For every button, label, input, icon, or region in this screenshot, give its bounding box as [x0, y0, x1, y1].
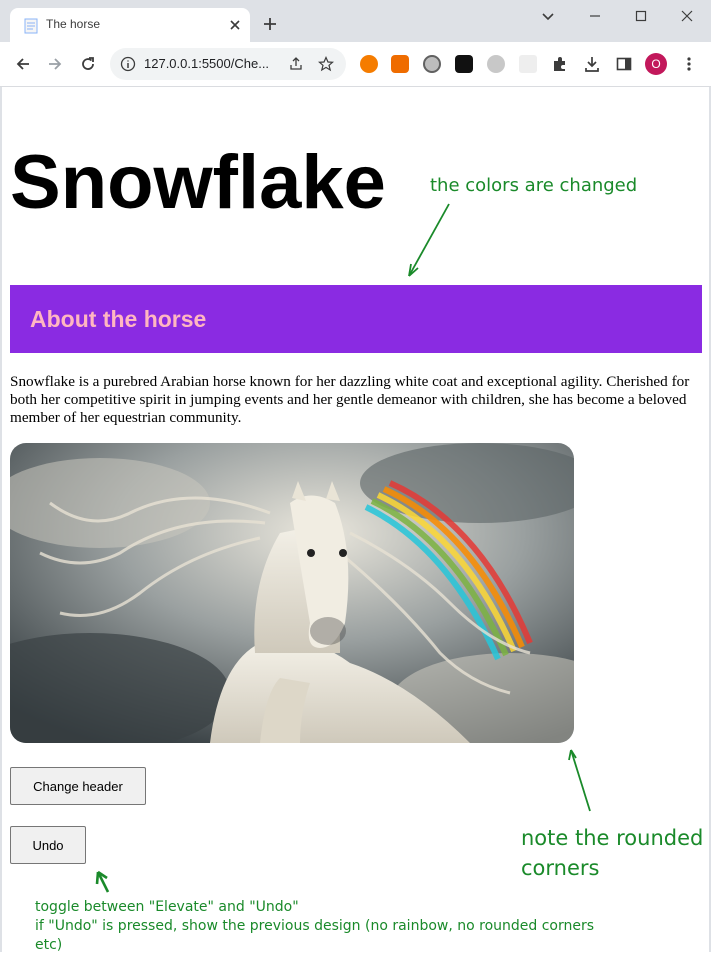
- arrow-head-undo: [95, 870, 108, 885]
- annotation-rounded-corners: note the rounded corners: [521, 823, 711, 883]
- extension-music-icon[interactable]: [487, 55, 505, 73]
- arrow-head-corner: [568, 749, 577, 761]
- annotation-rounded-corners-line2: corners: [521, 856, 600, 880]
- extension-grid-icon[interactable]: [519, 55, 537, 73]
- bookmark-star-icon[interactable]: [318, 56, 334, 72]
- side-panel-icon[interactable]: [615, 55, 633, 73]
- tab-strip: The horse: [0, 0, 711, 42]
- close-window-icon[interactable]: [679, 8, 695, 24]
- arrow-head-header: [408, 263, 419, 277]
- annotation-rounded-corners-line1: note the rounded: [521, 826, 704, 850]
- about-header-banner: About the horse: [10, 285, 702, 353]
- site-info-icon[interactable]: [120, 56, 136, 72]
- share-icon[interactable]: [288, 56, 304, 72]
- page-favicon-icon: [24, 18, 38, 34]
- maximize-icon[interactable]: [633, 8, 649, 24]
- extension-chess-icon[interactable]: [391, 55, 409, 73]
- annotation-toggle-line1: toggle between "Elevate" and "Undo": [35, 899, 299, 915]
- window-border-left: [0, 87, 2, 952]
- arrow-to-undo: [96, 871, 110, 893]
- minimize-icon[interactable]: [587, 8, 603, 24]
- browser-tab[interactable]: The horse: [10, 8, 250, 42]
- url-text: 127.0.0.1:5500/Che...: [144, 56, 270, 71]
- page-title: Snowflake: [10, 140, 386, 225]
- reload-icon[interactable]: [79, 55, 97, 73]
- arrow-to-header: [408, 203, 450, 277]
- extension-dark-icon[interactable]: [455, 55, 473, 73]
- change-header-button[interactable]: Change header: [10, 767, 146, 805]
- annotation-colors-changed: the colors are changed: [430, 175, 638, 196]
- download-icon[interactable]: [583, 55, 601, 73]
- extensions-puzzle-icon[interactable]: [551, 55, 569, 73]
- horse-description: Snowflake is a purebred Arabian horse kn…: [10, 373, 690, 426]
- extension-orange-icon[interactable]: [360, 55, 378, 73]
- horse-image: [10, 443, 574, 743]
- browser-toolbar: 127.0.0.1:5500/Che... O: [0, 42, 711, 87]
- back-arrow-icon[interactable]: [14, 55, 32, 73]
- about-heading: About the horse: [30, 306, 207, 332]
- forward-arrow-icon[interactable]: [46, 55, 64, 73]
- new-tab-icon[interactable]: [262, 16, 278, 32]
- annotation-toggle: toggle between "Elevate" and "Undo" if "…: [35, 898, 595, 955]
- tab-title: The horse: [46, 17, 101, 31]
- arrow-to-corner: [570, 749, 591, 812]
- address-bar[interactable]: 127.0.0.1:5500/Che...: [110, 48, 346, 80]
- horse-illustration: [10, 443, 574, 743]
- annotation-toggle-line2: if "Undo" is pressed, show the previous …: [35, 918, 595, 953]
- tab-search-chevron-icon[interactable]: [540, 8, 556, 24]
- close-tab-icon[interactable]: [228, 18, 242, 32]
- extension-gear-icon[interactable]: [423, 55, 441, 73]
- undo-button[interactable]: Undo: [10, 826, 86, 864]
- profile-avatar[interactable]: O: [645, 53, 667, 75]
- menu-kebab-icon[interactable]: [680, 55, 698, 73]
